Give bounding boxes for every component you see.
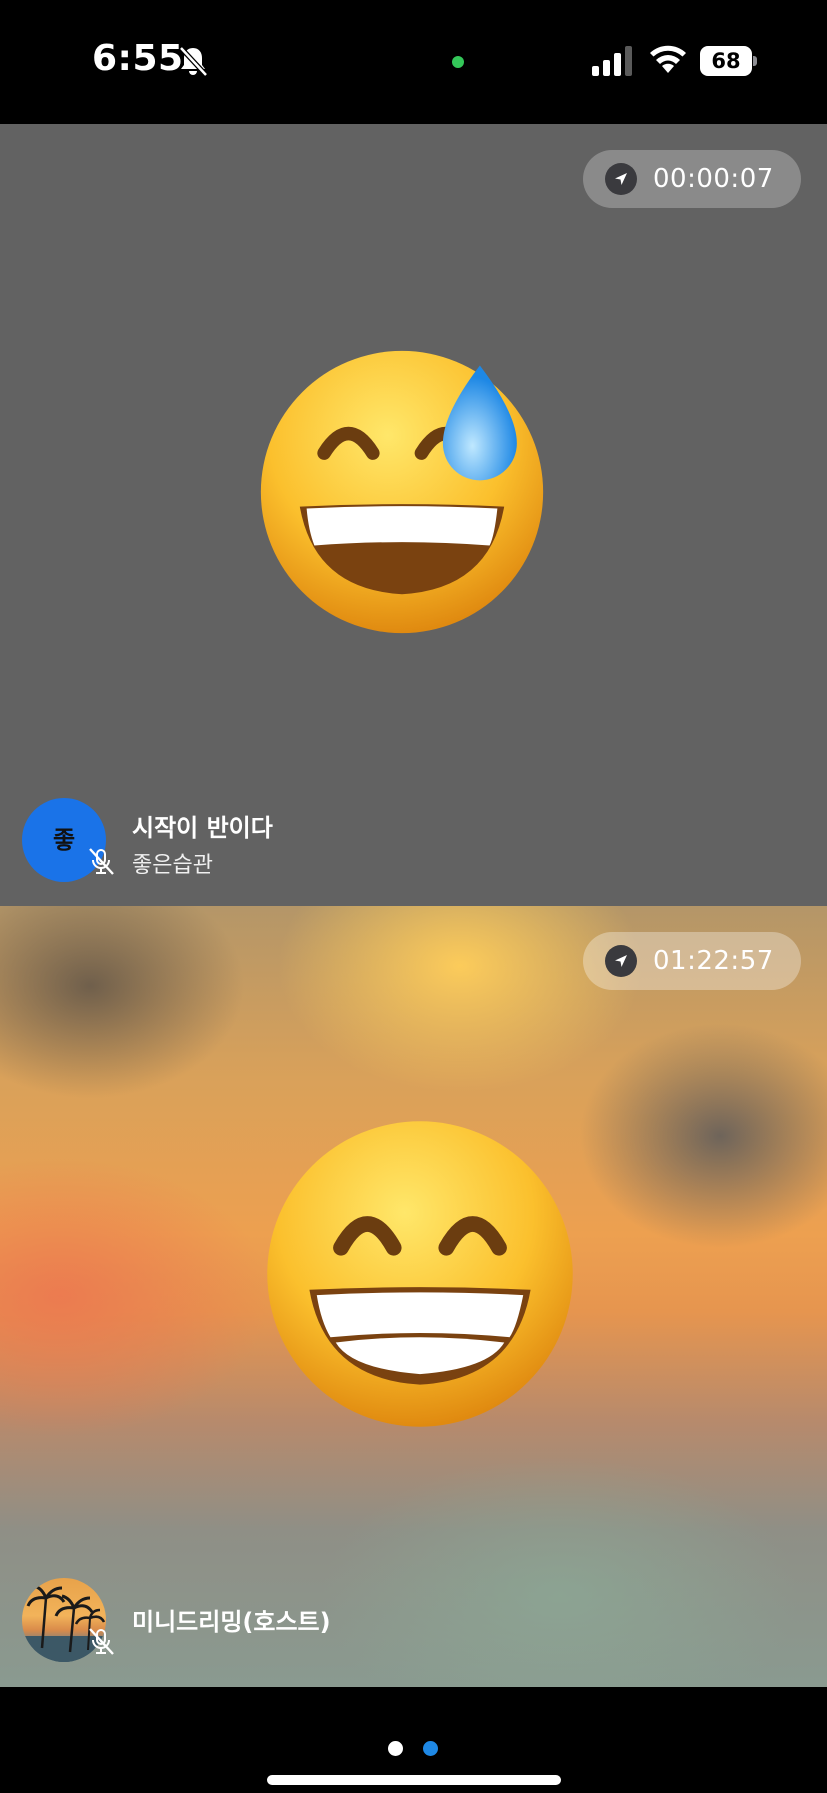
signal-icon (592, 46, 632, 76)
bell-slash-icon (179, 46, 208, 77)
location-arrow-icon (605, 945, 637, 977)
grinning-face-with-sweat-icon (260, 350, 544, 634)
privacy-indicator-dot (452, 56, 464, 68)
beaming-face-with-smiling-eyes-icon (267, 1121, 573, 1427)
wifi-icon (650, 45, 686, 73)
participant-tile-2[interactable]: 01:22:57 미니드리밍(호스트) (0, 906, 827, 1687)
mic-off-icon (89, 848, 114, 875)
participant-name: 시작이 반이다 (132, 814, 273, 842)
call-timer: 01:22:57 (653, 946, 774, 976)
page-indicator-dot-2-active[interactable] (423, 1741, 438, 1756)
battery-icon: 68 (700, 46, 757, 76)
location-arrow-icon (605, 163, 637, 195)
status-bar: 6:55 68 (0, 0, 827, 124)
status-time: 6:55 (92, 38, 184, 79)
participant-name: 미니드리밍(호스트) (132, 1608, 331, 1636)
mic-off-icon (89, 1628, 114, 1655)
call-timer: 00:00:07 (653, 164, 774, 194)
participant-tile-1[interactable]: 00:00:07 좋 시작이 반이다 좋은습관 (0, 124, 827, 906)
home-indicator[interactable] (267, 1775, 561, 1785)
call-timer-pill: 01:22:57 (583, 932, 801, 990)
bottom-bar (0, 1687, 827, 1793)
call-timer-pill: 00:00:07 (583, 150, 801, 208)
battery-percent: 68 (711, 49, 741, 73)
participant-subname: 좋은습관 (132, 853, 213, 878)
page-indicator-dot-1[interactable] (388, 1741, 403, 1756)
